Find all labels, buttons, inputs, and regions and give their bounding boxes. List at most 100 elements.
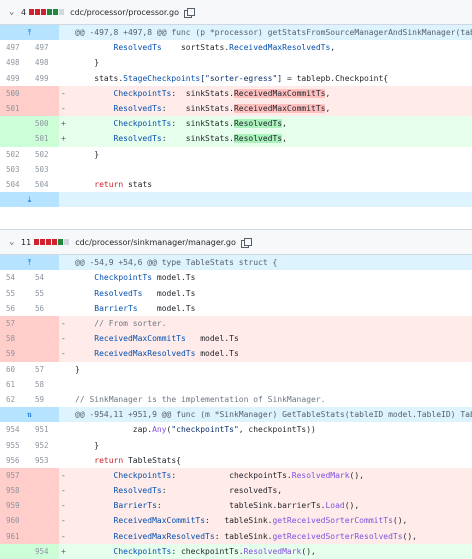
new-line-number[interactable]: 499 [29,71,59,86]
code-token: BarrierTs [75,501,157,511]
old-line-number[interactable] [0,116,29,132]
old-line-number[interactable]: 501 [0,100,29,117]
new-line-number[interactable]: 954 [29,543,59,559]
expand-up-icon[interactable]: ⇅ [0,407,59,423]
code-token: CheckpointTs [75,470,172,480]
old-line-number[interactable]: 498 [0,55,29,70]
diff-sign [59,147,75,162]
new-line-number[interactable] [29,85,59,101]
old-line-number[interactable]: 55 [0,286,29,301]
chevron-down-icon[interactable]: ⌄ [9,237,17,247]
old-line-number[interactable]: 504 [0,177,29,192]
new-line-number[interactable] [29,528,59,544]
new-line-number[interactable]: 56 [29,301,59,316]
old-line-number[interactable]: 960 [0,513,29,529]
new-line-number[interactable]: 503 [29,162,59,177]
code-token: getReceivedSorterResolvedTs [272,531,403,541]
old-line-number[interactable]: 59 [0,346,29,362]
old-line-number[interactable] [0,543,29,559]
new-line-number[interactable]: 502 [29,147,59,162]
code-text: BarrierTs model.Ts [75,301,472,316]
file-path[interactable]: cdc/processor/sinkmanager/manager.go [75,238,236,247]
new-line-number[interactable]: 497 [29,40,59,55]
old-line-number[interactable]: 56 [0,301,29,316]
change-count: 4 [21,7,27,17]
copy-icon[interactable] [184,7,195,18]
new-line-number[interactable] [29,100,59,117]
new-line-number[interactable]: 953 [29,453,59,468]
old-line-number[interactable]: 62 [0,392,29,407]
code-token: ResolvedTs [75,103,162,113]
code-token: CheckpointTs [75,119,172,129]
diffstat [34,239,70,246]
expand-up-icon[interactable]: ⤒ [0,255,59,271]
diffstat-square [53,9,59,15]
diff-sign [59,453,75,468]
old-line-number[interactable]: 961 [0,528,29,544]
old-line-number[interactable]: 503 [0,162,29,177]
new-line-number[interactable]: 952 [29,438,59,453]
file-header-manager: ⌄ 11 cdc/processor/sinkmanager/manager.g… [0,229,472,256]
new-line-number[interactable] [29,513,59,529]
new-line-number[interactable]: 498 [29,55,59,70]
new-line-number[interactable]: 58 [29,377,59,392]
hunk-text: @@ -497,8 +497,8 @@ func (p *processor) … [75,28,472,37]
diffstat-square [59,9,65,15]
new-line-number[interactable] [29,483,59,499]
code-token: , [282,134,287,144]
old-line-number[interactable]: 957 [0,467,29,484]
diff-line: 960 - ReceivedMaxCommitTs: tableSink.getR… [0,513,472,529]
old-line-number[interactable]: 58 [0,331,29,347]
new-line-number[interactable]: 59 [29,392,59,407]
expand-up-icon[interactable]: ⤒ [0,25,59,41]
new-line-number[interactable]: 57 [29,362,59,377]
diff-line: 957 - CheckpointTs: checkpointTs.Resolved… [0,467,472,484]
new-line-number[interactable]: 504 [29,177,59,192]
code-text: stats.StageCheckpoints["sorter-egress"] … [75,71,472,86]
copy-icon[interactable] [240,237,252,248]
new-line-number[interactable] [29,331,59,347]
new-line-number[interactable] [29,467,59,484]
old-line-number[interactable]: 57 [0,316,29,332]
expand-down-icon[interactable]: ⤓ [0,192,59,208]
old-line-number[interactable]: 954 [0,422,29,437]
code-token: BarrierTs [75,303,138,313]
diff-line: 500 + CheckpointTs: sinkStats.ResolvedTs, [0,116,472,132]
old-line-number[interactable]: 54 [0,270,29,285]
code-text: ResolvedTs: sinkStats.ReceivedMaxCommitT… [75,101,472,116]
new-line-number[interactable]: 501 [29,131,59,147]
old-line-number[interactable]: 61 [0,377,29,392]
new-line-number[interactable] [29,498,59,514]
diff-line: 954 951 zap.Any("checkpointTs", checkpoin… [0,422,472,437]
old-line-number[interactable]: 958 [0,483,29,499]
diff-line: 61 58 [0,377,472,392]
new-line-number[interactable]: 500 [29,116,59,132]
diff-sign [59,392,75,407]
file-header-processor: ⌄ 4 cdc/processor/processor.go [0,0,472,25]
old-line-number[interactable]: 497 [0,40,29,55]
new-line-number[interactable]: 951 [29,422,59,437]
chevron-down-icon[interactable]: ⌄ [9,7,17,17]
diff-sign: - [61,501,66,511]
diff-sign: + [61,546,66,556]
hunk-gap [59,255,75,270]
old-line-number[interactable]: 60 [0,362,29,377]
diff-sign [59,362,75,377]
new-line-number[interactable]: 54 [29,270,59,285]
diff-line: 56 56 BarrierTs model.Ts [0,301,472,316]
old-line-number[interactable]: 956 [0,453,29,468]
code-text: ReceivedMaxResolvedTs model.Ts [75,346,472,361]
old-line-number[interactable]: 500 [0,85,29,101]
old-line-number[interactable] [0,131,29,147]
file-path[interactable]: cdc/processor/processor.go [70,8,179,17]
code-text: zap.Any("checkpointTs", checkpointTs)) [75,422,472,437]
new-line-number[interactable] [29,346,59,362]
new-line-number[interactable] [29,316,59,332]
code-token: model.Ts [152,273,196,283]
old-line-number[interactable]: 955 [0,438,29,453]
new-line-number[interactable]: 55 [29,286,59,301]
diff-line: 501 + ResolvedTs: sinkStats.ResolvedTs, [0,131,472,147]
old-line-number[interactable]: 502 [0,147,29,162]
old-line-number[interactable]: 499 [0,71,29,86]
old-line-number[interactable]: 959 [0,498,29,514]
